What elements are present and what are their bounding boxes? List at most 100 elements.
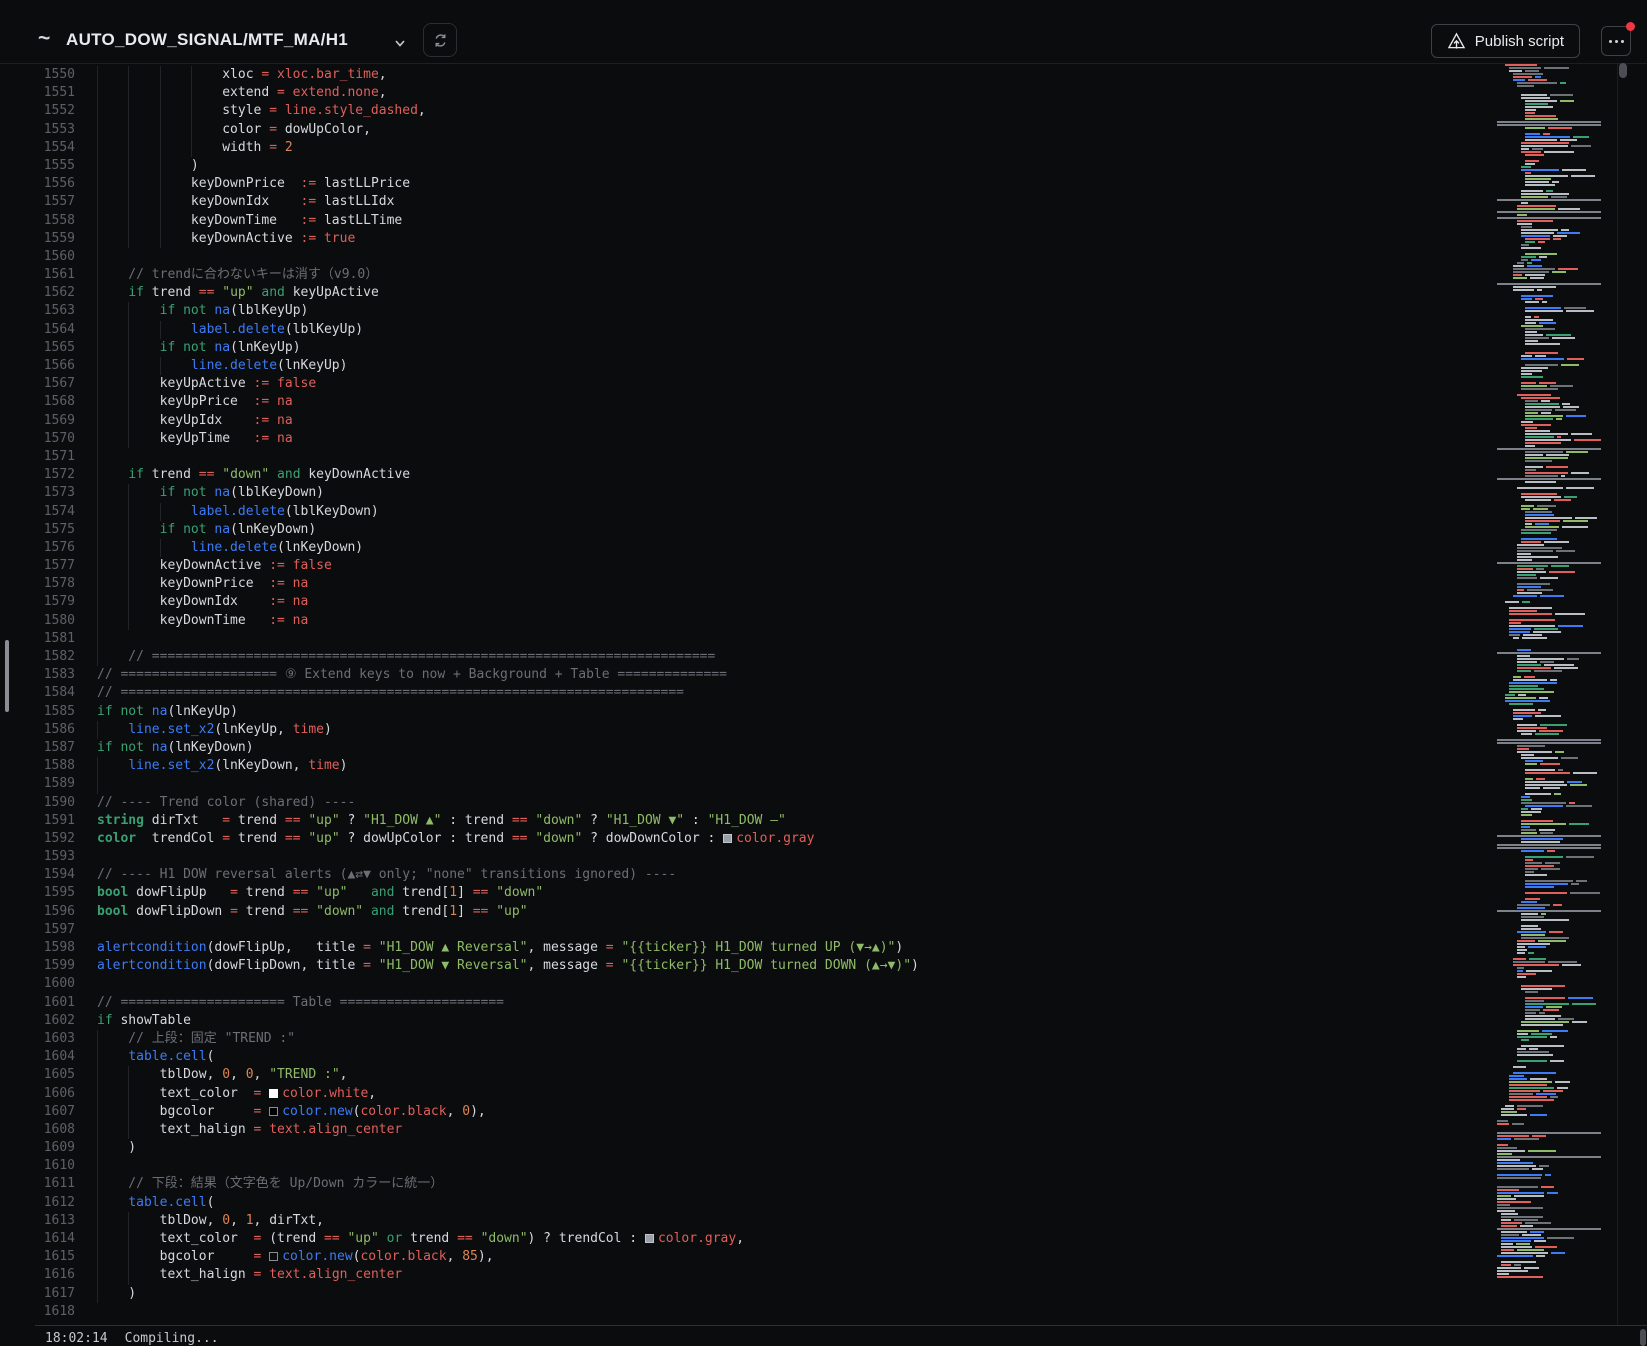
code-line[interactable]: 1594 // ---- H1 DOW reversal alerts (▲⇄▼ … — [0, 866, 1423, 884]
code-line[interactable]: 1573 if not na(lblKeyDown) — [0, 484, 1423, 503]
line-number[interactable]: 1617 — [0, 1285, 75, 1303]
line-number[interactable]: 1606 — [0, 1085, 75, 1103]
line-number[interactable]: 1595 — [0, 884, 75, 902]
vertical-scrollbar-thumb[interactable] — [1619, 63, 1627, 78]
code-line[interactable]: 1611 // 下段：結果（文字色を Up/Down カラーに統一） — [0, 1175, 1423, 1194]
line-number[interactable]: 1589 — [0, 775, 75, 793]
code-line[interactable]: 1602 if showTable — [0, 1012, 1423, 1030]
code-line[interactable]: 1558 keyDownTime := lastLLTime — [0, 211, 1423, 230]
console-scrollbar-thumb[interactable] — [1640, 1329, 1646, 1346]
line-number[interactable]: 1583 — [0, 666, 75, 684]
code-line[interactable]: 1583 // ==================== ⑨ Extend key… — [0, 666, 1423, 684]
code-line[interactable]: 1607 bgcolor = color.new(color.black, 0)… — [0, 1102, 1423, 1121]
code-line[interactable]: 1603 // 上段：固定 "TREND :" — [0, 1029, 1423, 1049]
line-number[interactable]: 1586 — [0, 721, 75, 739]
line-number[interactable]: 1611 — [0, 1175, 75, 1193]
line-number[interactable]: 1612 — [0, 1194, 75, 1212]
line-number[interactable]: 1605 — [0, 1066, 75, 1084]
line-number[interactable]: 1557 — [0, 193, 75, 211]
line-number[interactable]: 1593 — [0, 848, 75, 866]
code-line[interactable]: 1589 — [0, 775, 1423, 794]
line-number[interactable]: 1592 — [0, 830, 75, 848]
code-line[interactable]: 1563 if not na(lblKeyUp) — [0, 302, 1423, 321]
line-number[interactable]: 1571 — [0, 448, 75, 466]
code-line[interactable]: 1561 // trendに合わないキーは消す（v9.0） — [0, 266, 1423, 285]
code-line[interactable]: 1566 line.delete(lnKeyUp) — [0, 357, 1423, 376]
line-number[interactable]: 1567 — [0, 375, 75, 393]
code-line[interactable]: 1572 if trend == "down" and keyDownActiv… — [0, 466, 1423, 485]
line-number[interactable]: 1561 — [0, 266, 75, 284]
line-number[interactable]: 1601 — [0, 994, 75, 1012]
line-number[interactable]: 1594 — [0, 866, 75, 884]
line-number[interactable]: 1614 — [0, 1230, 75, 1248]
code-line[interactable]: 1579 keyDownIdx := na — [0, 593, 1423, 612]
code-line[interactable]: 1570 keyUpTime := na — [0, 429, 1423, 448]
code-line[interactable]: 1588 line.set_x2(lnKeyDown, time) — [0, 757, 1423, 776]
line-number[interactable]: 1552 — [0, 102, 75, 120]
code-line[interactable]: 1585 if not na(lnKeyUp) — [0, 703, 1423, 721]
code-line[interactable]: 1612 table.cell( — [0, 1193, 1423, 1212]
line-number[interactable]: 1596 — [0, 903, 75, 921]
line-number[interactable]: 1579 — [0, 593, 75, 611]
code-line[interactable]: 1608 text_halign = text.align_center — [0, 1120, 1423, 1140]
line-number[interactable]: 1588 — [0, 757, 75, 775]
code-line[interactable]: 1577 keyDownActive := false — [0, 557, 1423, 576]
line-number[interactable]: 1558 — [0, 212, 75, 230]
code-line[interactable]: 1564 label.delete(lblKeyUp) — [0, 320, 1423, 339]
line-number[interactable]: 1559 — [0, 230, 75, 248]
code-line[interactable]: 1609 ) — [0, 1139, 1423, 1158]
code-line[interactable]: 1616 text_halign = text.align_center — [0, 1266, 1423, 1285]
line-number[interactable]: 1553 — [0, 121, 75, 139]
code-line[interactable]: 1600 — [0, 975, 1423, 993]
line-number[interactable]: 1616 — [0, 1266, 75, 1284]
line-number[interactable]: 1609 — [0, 1139, 75, 1157]
code-line[interactable]: 1601 // ===================== Table =====… — [0, 994, 1423, 1012]
line-number[interactable]: 1584 — [0, 684, 75, 702]
chevron-down-icon[interactable] — [393, 36, 407, 50]
line-number[interactable]: 1572 — [0, 466, 75, 484]
code-line[interactable]: 1582 // ================================… — [0, 648, 1423, 667]
code-line[interactable]: 1578 keyDownPrice := na — [0, 575, 1423, 594]
line-number[interactable]: 1554 — [0, 139, 75, 157]
code-line[interactable]: 1598 alertcondition(dowFlipUp, title = "H… — [0, 939, 1423, 957]
code-line[interactable]: 1568 keyUpPrice := na — [0, 393, 1423, 412]
line-number[interactable]: 1573 — [0, 484, 75, 502]
code-line[interactable]: 1587 if not na(lnKeyDown) — [0, 739, 1423, 757]
code-line[interactable]: 1599 alertcondition(dowFlipDown, title = … — [0, 957, 1423, 975]
code-line[interactable]: 1605 tblDow, 0, 0, "TREND :", — [0, 1066, 1423, 1085]
code-line[interactable]: 1586 line.set_x2(lnKeyUp, time) — [0, 720, 1423, 739]
line-number[interactable]: 1610 — [0, 1157, 75, 1175]
line-number[interactable]: 1599 — [0, 957, 75, 975]
script-title[interactable]: AUTO_DOW_SIGNAL/MTF_MA/H1 — [66, 30, 348, 50]
code-line[interactable]: 1596 bool dowFlipDown = trend == "down" a… — [0, 903, 1423, 921]
line-number[interactable]: 1576 — [0, 539, 75, 557]
line-number[interactable]: 1569 — [0, 412, 75, 430]
line-number[interactable]: 1575 — [0, 521, 75, 539]
line-number[interactable]: 1608 — [0, 1121, 75, 1139]
line-number[interactable]: 1600 — [0, 975, 75, 993]
code-line[interactable]: 1617 ) — [0, 1284, 1423, 1303]
sync-button[interactable] — [423, 23, 457, 57]
line-number[interactable]: 1603 — [0, 1030, 75, 1048]
line-number[interactable]: 1556 — [0, 175, 75, 193]
line-number[interactable]: 1578 — [0, 575, 75, 593]
code-line[interactable]: 1590 // ---- Trend color (shared) ---- — [0, 794, 1423, 812]
line-number[interactable]: 1563 — [0, 302, 75, 320]
code-line[interactable]: 1581 — [0, 629, 1423, 648]
line-number[interactable]: 1607 — [0, 1103, 75, 1121]
code-line[interactable]: 1555 ) — [0, 156, 1423, 176]
code-line[interactable]: 1562 if trend == "up" and keyUpActive — [0, 284, 1423, 303]
code-line[interactable]: 1618 — [0, 1303, 1423, 1321]
line-number[interactable]: 1555 — [0, 157, 75, 175]
minimap[interactable] — [1497, 64, 1617, 1282]
line-number[interactable]: 1582 — [0, 648, 75, 666]
code-line[interactable]: 1576 line.delete(lnKeyDown) — [0, 538, 1423, 558]
line-number[interactable]: 1587 — [0, 739, 75, 757]
code-line[interactable]: 1614 text_color = (trend == "up" or tren… — [0, 1230, 1423, 1249]
line-number[interactable]: 1560 — [0, 248, 75, 266]
code-line[interactable]: 1606 text_color = color.white, — [0, 1084, 1423, 1103]
line-number[interactable]: 1613 — [0, 1212, 75, 1230]
line-number[interactable]: 1566 — [0, 357, 75, 375]
code-line[interactable]: 1597 — [0, 921, 1423, 939]
code-line[interactable]: 1593 — [0, 848, 1423, 866]
